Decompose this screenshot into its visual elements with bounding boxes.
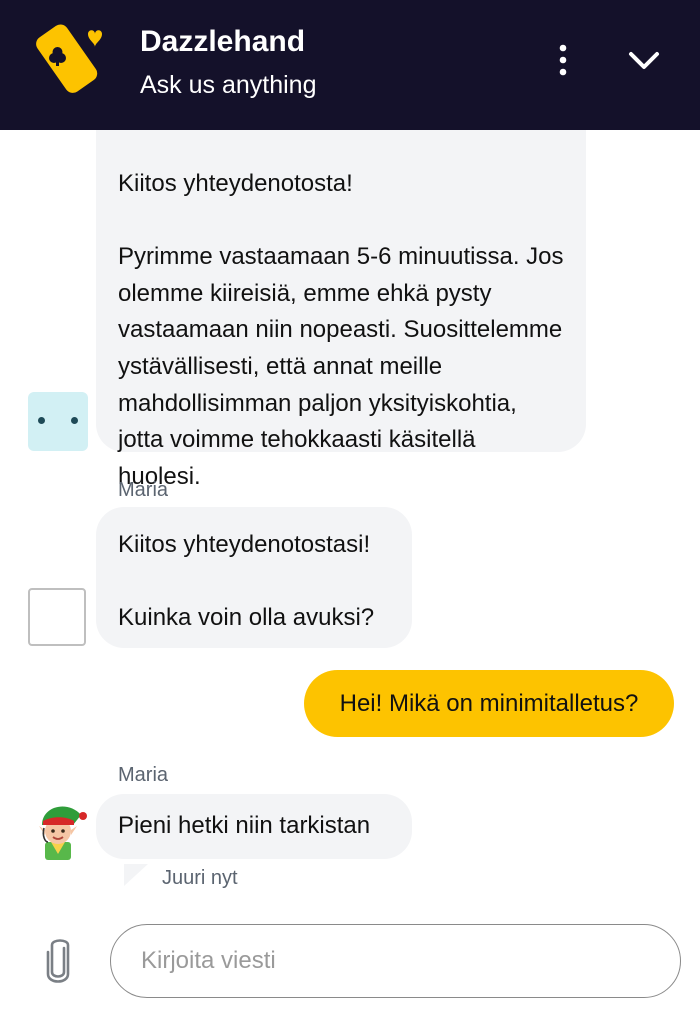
- bubble-tail: [124, 864, 148, 886]
- message-sender-name: Maria: [118, 764, 169, 786]
- agent-avatar-placeholder: [28, 588, 86, 646]
- chat-subtitle: Ask us anything: [140, 71, 317, 99]
- chat-header: Dazzlehand Ask us anything: [0, 0, 700, 130]
- bot-eye-right: [71, 417, 78, 424]
- bot-avatar: [28, 392, 88, 451]
- chevron-down-icon[interactable]: [624, 44, 664, 78]
- message-sender-name: Maria: [118, 479, 169, 501]
- agent-message-bubble: Kiitos yhteydenotostasi! Kuinka voin oll…: [96, 507, 412, 648]
- bot-eye-left: [38, 417, 45, 424]
- user-message-bubble: Hei! Mikä on minimitalletus?: [304, 670, 674, 737]
- more-options-icon[interactable]: [548, 42, 578, 78]
- dazzlehand-logo: [36, 24, 102, 93]
- agent-message-bubble: Kiitos yhteydenotosta! Pyrimme vastaamaa…: [96, 80, 586, 490]
- chat-title: Dazzlehand: [140, 25, 306, 58]
- message-input[interactable]: [110, 924, 681, 998]
- elf-agent-avatar: [39, 806, 87, 860]
- paperclip-icon[interactable]: [40, 934, 76, 986]
- message-timestamp: Juuri nyt: [162, 867, 238, 889]
- agent-message-bubble: Pieni hetki niin tarkistan: [96, 794, 412, 859]
